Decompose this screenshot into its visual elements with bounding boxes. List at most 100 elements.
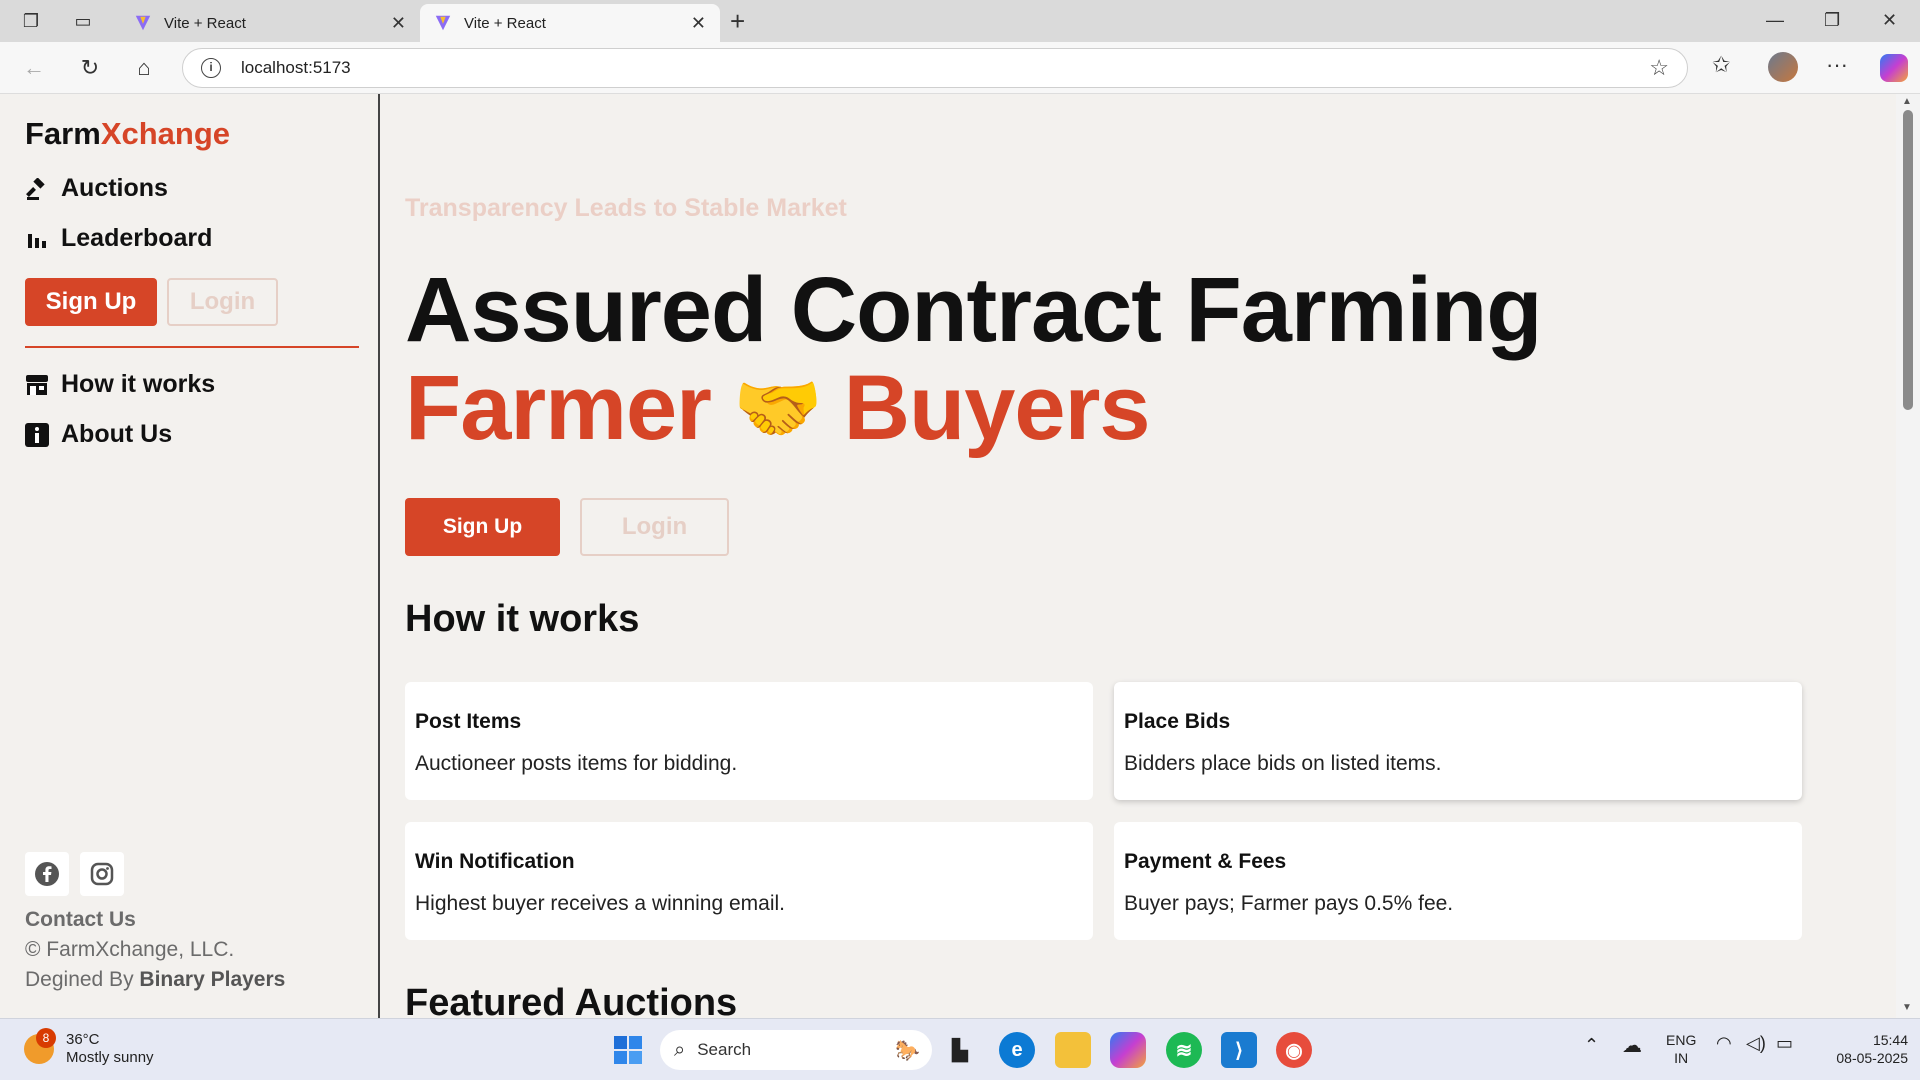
more-options-icon[interactable]: ··· — [1826, 52, 1848, 78]
spotify-icon[interactable]: ≋ — [1166, 1032, 1202, 1068]
new-tab-icon[interactable]: + — [730, 6, 745, 37]
sidebar: FarmXchange Auctions Leaderboard Sign Up… — [0, 94, 380, 1018]
close-window-icon[interactable]: ✕ — [1882, 10, 1897, 31]
vscode-icon[interactable]: ⟩ — [1221, 1032, 1257, 1068]
card-description: Highest buyer receives a winning email. — [415, 892, 786, 915]
language-indicator[interactable]: ENG IN — [1666, 1031, 1696, 1067]
browser-tabbar: ❐ ▭ Vite + React ✕ Vite + React ✕ + — ❐ … — [0, 0, 1920, 42]
sidebar-item-label: Auctions — [61, 174, 168, 202]
card-win-notification: Win Notification Highest buyer receives … — [405, 822, 1093, 940]
card-payment-fees: Payment & Fees Buyer pays; Farmer pays 0… — [1114, 822, 1802, 940]
horse-icon: 🐎 — [895, 1040, 920, 1062]
sidebar-login-button[interactable]: Login — [167, 278, 278, 326]
url-text: localhost:5173 — [241, 58, 351, 77]
weather-temp: 36°C — [66, 1031, 100, 1048]
facebook-icon[interactable] — [25, 852, 69, 896]
sidebar-item-auctions[interactable]: Auctions — [25, 174, 168, 203]
weather-desc: Mostly sunny — [66, 1049, 154, 1066]
favorites-icon[interactable]: ✩ — [1712, 52, 1730, 78]
address-bar[interactable]: i localhost:5173 ☆ — [182, 48, 1688, 88]
weather-sun-icon: 8 — [24, 1028, 56, 1064]
sidebar-item-label: About Us — [61, 420, 173, 448]
sidebar-item-label: Leaderboard — [61, 224, 213, 252]
sidebar-item-leaderboard[interactable]: Leaderboard — [25, 224, 212, 253]
windows-start-icon[interactable] — [610, 1032, 646, 1068]
sidebar-item-label: How it works — [61, 370, 216, 398]
home-icon[interactable]: ⌂ — [130, 54, 158, 82]
vite-icon — [435, 15, 451, 31]
card-place-bids: Place Bids Bidders place bids on listed … — [1114, 682, 1802, 800]
copilot-app-icon[interactable] — [1110, 1032, 1146, 1068]
sidebar-item-about-us[interactable]: About Us — [25, 420, 172, 449]
handshake-icon: 🤝 — [732, 369, 823, 449]
clock[interactable]: 15:44 08-05-2025 — [1812, 1031, 1908, 1067]
designer-name: Binary Players — [139, 968, 286, 991]
sidebar-item-how-it-works[interactable]: How it works — [25, 370, 215, 399]
hero-buyers-text: Buyers — [843, 357, 1151, 459]
designed-by-text: Degined By Binary Players — [25, 968, 285, 992]
brand-logo[interactable]: FarmXchange — [25, 116, 230, 152]
page-scrollbar[interactable]: ▲ ▼ — [1896, 94, 1920, 1018]
edge-icon[interactable]: e — [999, 1032, 1035, 1068]
restore-icon[interactable]: ❐ — [1824, 10, 1840, 31]
featured-auctions-heading: Featured Auctions — [405, 982, 738, 1018]
reload-icon[interactable]: ↻ — [76, 54, 104, 82]
info-icon — [25, 422, 49, 447]
favorite-star-icon[interactable]: ☆ — [1649, 55, 1669, 81]
tab-title: Vite + React — [464, 14, 546, 32]
card-title: Place Bids — [1124, 710, 1231, 733]
volume-icon[interactable]: ◁) — [1746, 1033, 1766, 1054]
copyright-text: © FarmXchange, LLC. — [25, 938, 235, 961]
copilot-icon[interactable] — [1880, 54, 1908, 82]
scroll-down-icon[interactable]: ▼ — [1902, 1002, 1912, 1013]
battery-icon[interactable]: ▭ — [1776, 1033, 1793, 1054]
bar-chart-icon — [25, 227, 49, 251]
hero-title: Assured Contract Farming — [405, 259, 1542, 361]
taskbar: 8 36°C Mostly sunny ⌕ Search 🐎 ▙ e ≋ ⟩ ◉… — [0, 1018, 1920, 1080]
taskbar-search-input[interactable]: ⌕ Search 🐎 — [660, 1030, 932, 1070]
designed-by-prefix: Degined By — [25, 968, 140, 991]
browser-toolbar: ← ↻ ⌂ i localhost:5173 ☆ ✩ ··· — [0, 42, 1920, 94]
back-icon[interactable]: ← — [20, 54, 48, 82]
site-info-icon[interactable]: i — [201, 58, 221, 78]
card-post-items: Post Items Auctioneer posts items for bi… — [405, 682, 1093, 800]
instagram-icon[interactable] — [80, 852, 124, 896]
browser-tab[interactable]: Vite + React ✕ — [120, 4, 420, 42]
hero-kicker: Transparency Leads to Stable Market — [405, 194, 847, 222]
close-tab-icon[interactable]: ✕ — [391, 13, 406, 34]
chrome-icon[interactable]: ◉ — [1276, 1032, 1312, 1068]
card-description: Auctioneer posts items for bidding. — [415, 752, 738, 775]
profile-avatar[interactable] — [1768, 52, 1798, 82]
scrollbar-thumb[interactable] — [1903, 110, 1913, 410]
file-explorer-icon[interactable] — [1055, 1032, 1091, 1068]
card-title: Post Items — [415, 710, 522, 733]
search-placeholder: Search — [697, 1040, 752, 1059]
gavel-icon — [25, 177, 49, 201]
minimize-icon[interactable]: — — [1766, 10, 1784, 31]
card-title: Win Notification — [415, 850, 575, 873]
wifi-icon[interactable]: ◠ — [1716, 1033, 1732, 1054]
region-code: IN — [1674, 1050, 1689, 1066]
weather-widget[interactable]: 8 36°C Mostly sunny — [24, 1028, 154, 1067]
task-view-icon[interactable]: ▙ — [942, 1032, 978, 1068]
brand-text: Farm — [25, 116, 101, 151]
close-tab-icon[interactable]: ✕ — [691, 13, 706, 34]
onedrive-icon[interactable]: ☁ — [1622, 1033, 1642, 1058]
hero-signup-button[interactable]: Sign Up — [405, 498, 560, 556]
scroll-up-icon[interactable]: ▲ — [1902, 96, 1912, 107]
sidebar-signup-button[interactable]: Sign Up — [25, 278, 157, 326]
card-title: Payment & Fees — [1124, 850, 1287, 873]
page: FarmXchange Auctions Leaderboard Sign Up… — [0, 94, 1920, 1018]
contact-us-link[interactable]: Contact Us — [25, 908, 136, 932]
show-hidden-icons-icon[interactable]: ⌃ — [1584, 1035, 1599, 1056]
hero-farmer-text: Farmer — [405, 357, 712, 459]
hero-login-button[interactable]: Login — [580, 498, 729, 556]
tab-actions-icon[interactable]: ▭ — [70, 8, 96, 34]
search-icon: ⌕ — [674, 1038, 686, 1061]
main-content: Transparency Leads to Stable Market Assu… — [380, 94, 1896, 1018]
store-icon — [25, 373, 49, 397]
browser-tab-active[interactable]: Vite + React ✕ — [420, 4, 720, 42]
tab-title: Vite + React — [164, 14, 246, 32]
vite-icon — [135, 15, 151, 31]
workspaces-icon[interactable]: ❐ — [18, 8, 44, 34]
